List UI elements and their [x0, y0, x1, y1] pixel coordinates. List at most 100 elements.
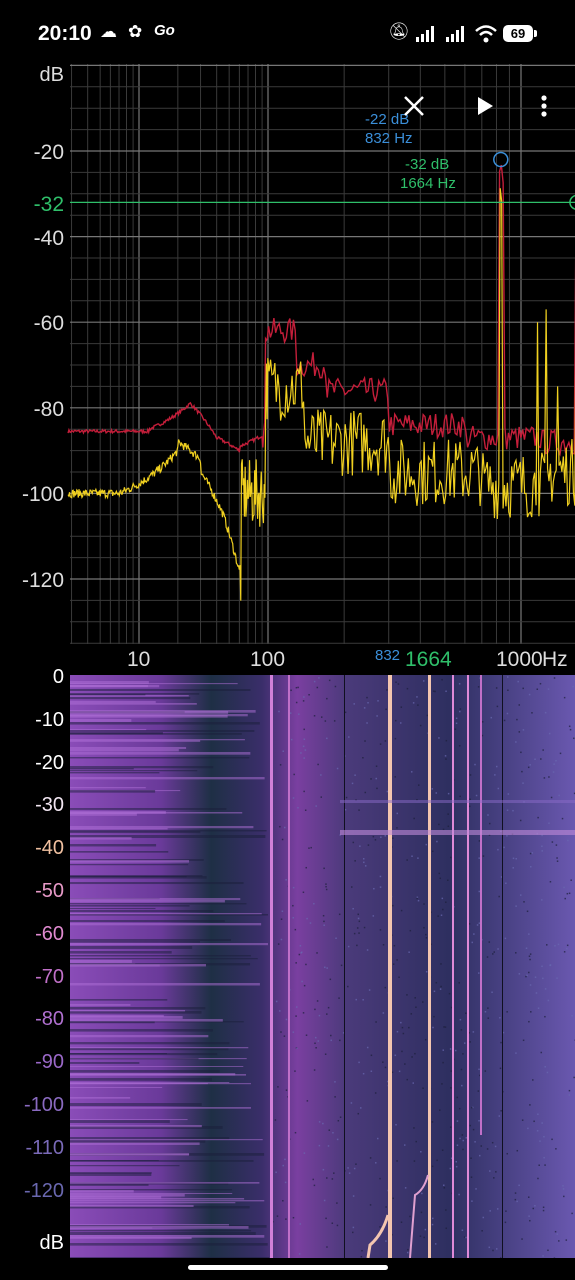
spectrogram-streak [70, 951, 172, 954]
close-button[interactable] [394, 88, 434, 124]
spectrogram-speck [284, 1181, 287, 1184]
spectrogram-speck [317, 1040, 319, 1042]
spectrogram-speck [482, 1216, 485, 1219]
spectrogram-streak [70, 1119, 188, 1121]
spectrogram-speck [285, 1218, 287, 1220]
spectrogram-speck [463, 1236, 466, 1238]
spectrogram-speck [313, 680, 316, 683]
spectrogram-speck [454, 728, 457, 730]
spectrogram-speck [441, 678, 443, 681]
spectrogram-speck [401, 1026, 404, 1029]
spectrogram-speck [332, 1132, 334, 1134]
spectrogram-speck [486, 956, 489, 958]
spectrogram-speck [458, 1193, 460, 1196]
spectrogram-speck [459, 795, 461, 798]
spectrogram-speck [374, 839, 377, 841]
spectrogram-tone-line [467, 675, 469, 1258]
spectrogram-event-band [340, 830, 575, 835]
spectrogram-speck [396, 812, 399, 815]
more-options-button[interactable] [524, 88, 564, 124]
spectrogram-speck [476, 924, 479, 926]
gesture-nav-bar[interactable] [188, 1265, 388, 1270]
spectrogram-speck [512, 857, 515, 860]
spectrogram-speck [313, 1069, 316, 1071]
spectrogram-speck [528, 971, 530, 974]
y-tick-label: -60 [33, 312, 64, 335]
spectrogram-speck [360, 1255, 363, 1258]
spectrogram-speck [361, 1249, 363, 1252]
spectrogram-speck [447, 813, 449, 815]
spectrogram-speck [566, 947, 568, 950]
spectrogram-speck [445, 1209, 447, 1211]
spectrogram-speck [529, 852, 532, 855]
spectrogram-speck [474, 1141, 476, 1143]
spectrogram-speck [499, 1017, 501, 1019]
spectrogram-speck [548, 732, 551, 735]
spectrogram-speck [324, 720, 327, 722]
wifi-icon [475, 25, 497, 43]
spectrogram-speck [322, 914, 325, 917]
spectrum-plot[interactable]: dB -20 -32 -40 -60 -80 -100 -120 10 100 … [0, 64, 575, 674]
spectrogram-speck [477, 686, 480, 688]
spectrogram-speck [474, 763, 476, 766]
spectrogram-speck [566, 944, 569, 947]
spectrogram-speck [304, 749, 307, 751]
spectrogram-speck [366, 1046, 369, 1049]
spectrogram-y-tick-label: -80 [35, 1008, 64, 1031]
spectrogram-speck [518, 973, 521, 975]
spectrogram-speck [396, 959, 398, 961]
spectrum-chart[interactable] [0, 64, 575, 674]
y-tick-label: -100 [21, 483, 64, 506]
spectrogram-speck [327, 1145, 330, 1147]
spectrogram-speck [326, 967, 328, 969]
spectrogram-speck [571, 1212, 573, 1215]
spectrogram-speck [296, 1047, 298, 1050]
spectrogram-speck [334, 685, 337, 688]
spectrogram-speck [516, 1149, 519, 1152]
spectrogram-streak [70, 851, 169, 853]
spectrogram-streak [70, 1230, 252, 1232]
spectrogram-speck [364, 740, 366, 742]
spectrogram-speck [567, 839, 569, 842]
spectrogram-speck [556, 977, 558, 979]
spectrogram-speck [478, 840, 481, 842]
spectrogram-tone-line [344, 675, 345, 1258]
spectrogram-speck [384, 986, 387, 989]
spectrogram-speck [277, 943, 280, 945]
spectrogram-speck [280, 938, 283, 941]
spectrogram-speck [521, 1119, 524, 1121]
spectrogram-speck [495, 1171, 497, 1173]
spectrogram-speck [497, 787, 500, 790]
spectrogram-speck [448, 992, 451, 995]
cursor-db: -32 dB [405, 156, 450, 173]
spectrogram-speck [298, 953, 301, 956]
spectrogram-speck [298, 1253, 301, 1255]
spectrogram-speck [546, 1071, 549, 1074]
spectrogram-y-tick-label: -30 [35, 794, 64, 817]
spectrogram-speck [555, 1148, 557, 1150]
spectrogram-streak [70, 1029, 213, 1032]
spectrogram[interactable] [70, 675, 575, 1258]
spectrogram-speck [339, 1039, 341, 1042]
spectrogram-speck [420, 1151, 422, 1153]
spectrogram-speck [564, 897, 566, 900]
spectrogram-speck [492, 953, 494, 955]
spectrogram-speck [440, 963, 442, 965]
spectrogram-streak [70, 920, 225, 923]
spectrogram-speck [379, 1226, 381, 1228]
spectrogram-speck [400, 1221, 403, 1223]
spectrogram-speck [367, 702, 369, 704]
spectrogram-speck [424, 1228, 427, 1231]
spectrogram-speck [305, 963, 307, 966]
spectrogram-speck [443, 1026, 445, 1028]
spectrogram-speck [373, 887, 375, 890]
spectrogram-speck [417, 899, 420, 902]
spectrogram-speck [473, 933, 475, 935]
spectrogram-speck [425, 933, 427, 936]
spectrogram-speck [330, 1039, 332, 1042]
play-button[interactable] [465, 88, 505, 124]
spectrogram-speck [440, 914, 443, 916]
spectrogram-speck [386, 790, 389, 793]
spectrogram-y-unit-label: dB [39, 1232, 64, 1254]
spectrogram-speck [559, 752, 562, 755]
